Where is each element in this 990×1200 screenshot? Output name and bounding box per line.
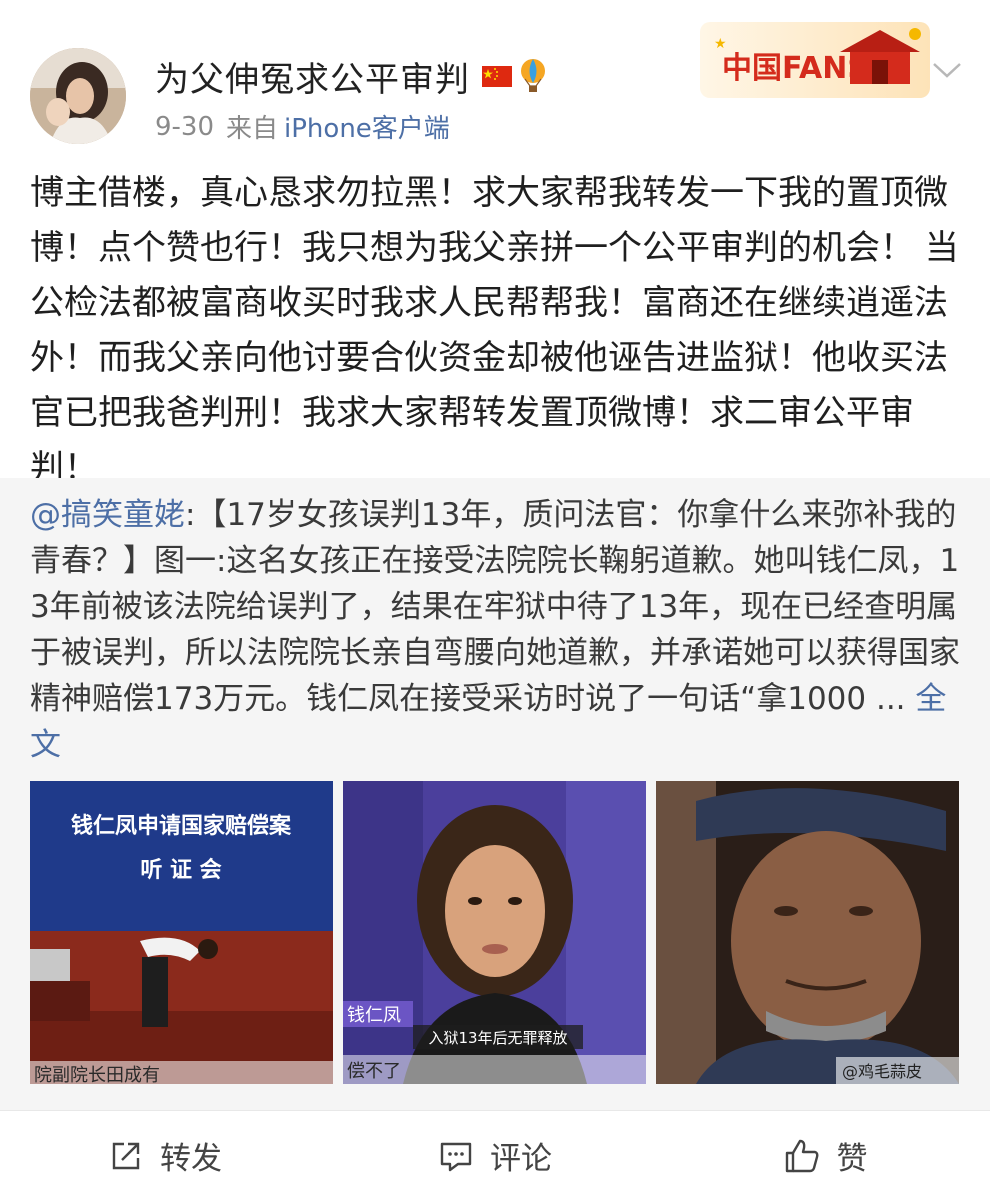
forward-label: 转发 (160, 1141, 222, 1177)
like-label: 赞 (836, 1141, 868, 1177)
username[interactable]: 为父伸冤求公平审判 (155, 52, 470, 101)
hearing-banner-subtitle: 听 证 会 (140, 857, 221, 883)
repost-image-1[interactable]: 钱仁凤申请国家赔偿案 听 证 会 院副院长田成有 (30, 781, 333, 1084)
china-flag-icon (482, 65, 512, 87)
repost-card[interactable]: @搞笑童姥:【17岁女孩误判13年，质问法官：你拿什么来弥补我的青春？】图一:这… (0, 478, 990, 1110)
hot-air-balloon-icon (520, 59, 546, 93)
thumbs-up-icon (785, 1139, 818, 1172)
repost-separator: : (185, 497, 196, 533)
repost-text-block: @搞笑童姥:【17岁女孩误判13年，质问法官：你拿什么来弥补我的青春？】图一:这… (30, 492, 962, 768)
username-row: 为父伸冤求公平审判 (155, 52, 546, 100)
post-text: 博主借楼，真心恳求勿拉黑！求大家帮我转发一下我的置顶微博！点个赞也行！我只想为我… (30, 173, 959, 488)
comment-label: 评论 (490, 1141, 552, 1177)
avatar[interactable] (30, 48, 126, 144)
comment-button[interactable]: 评论 (330, 1111, 660, 1200)
repost-image-2[interactable]: 钱仁凤 入狱13年后无罪释放 偿不了 (343, 781, 646, 1084)
action-bar: 转发 评论 赞 (0, 1110, 990, 1200)
hearing-banner-title: 钱仁凤申请国家赔偿案 (71, 813, 292, 839)
svg-text:★: ★ (714, 36, 727, 52)
post-meta: 9-30 来自 iPhone客户端 (155, 108, 450, 145)
fans-badge-label: 中国FANS (722, 51, 869, 86)
repost-author-mention[interactable]: @搞笑童姥 (30, 497, 185, 533)
post-source-prefix: 来自 (226, 114, 279, 144)
weibo-post: 为父伸冤求公平审判 9-30 来自 iPhone客户端 ★ 中国FANS 博主借… (0, 0, 990, 1200)
forward-icon (112, 1142, 140, 1169)
comment-icon (440, 1142, 472, 1171)
post-date: 9-30 (155, 111, 215, 142)
post-client-link[interactable]: iPhone客户端 (284, 108, 450, 145)
china-fans-badge[interactable]: ★ 中国FANS (700, 14, 930, 102)
forward-button[interactable]: 转发 (0, 1111, 330, 1200)
chevron-down-icon[interactable] (930, 58, 964, 82)
like-button[interactable]: 赞 (660, 1111, 990, 1200)
name-tag: 钱仁凤 (347, 1005, 401, 1026)
repost-image-3[interactable]: @鸡毛蒜皮 (656, 781, 959, 1084)
weibo-watermark: @鸡毛蒜皮 (842, 1062, 922, 1081)
hearing-caption: 院副院长田成有 (34, 1065, 160, 1084)
subtitle-bar: 入狱13年后无罪释放 (428, 1029, 567, 1047)
portrait-caption: 偿不了 (347, 1061, 401, 1082)
